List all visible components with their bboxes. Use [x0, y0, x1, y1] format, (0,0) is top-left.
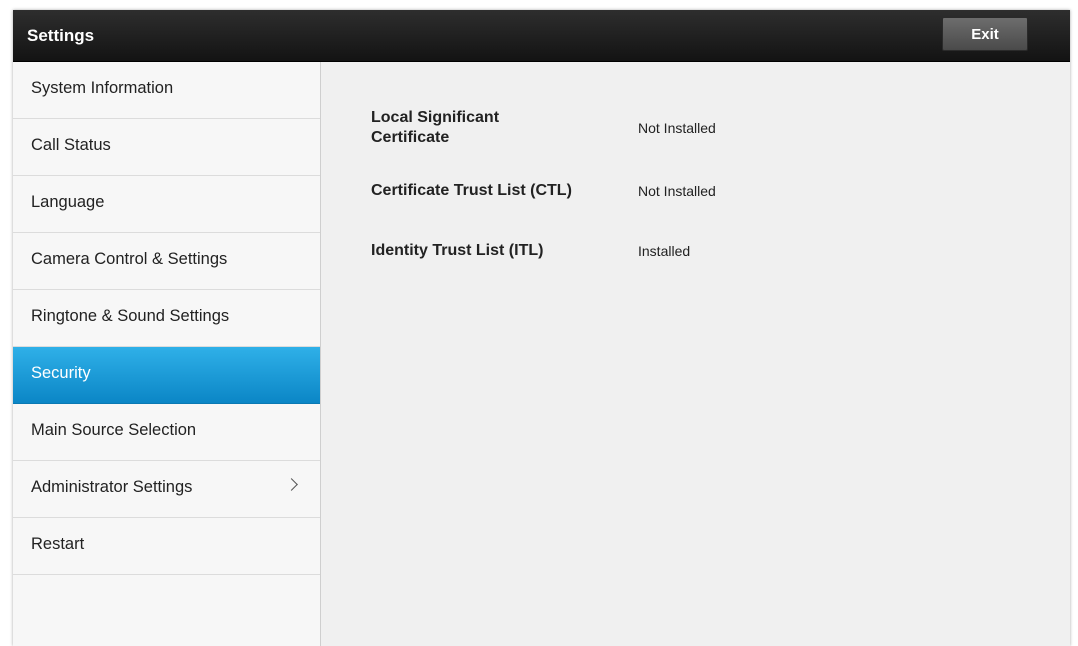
sidebar-item-label: Camera Control & Settings	[31, 250, 228, 268]
title-bar: Settings Exit	[13, 10, 1070, 62]
page-title: Settings	[27, 26, 95, 45]
sidebar-item-label: Language	[31, 193, 105, 211]
security-row-label: Identity Trust List (ITL)	[371, 242, 544, 259]
sidebar-item-ringtone-sound[interactable]: Ringtone & Sound Settings	[13, 290, 320, 347]
sidebar-item-label: Call Status	[31, 136, 111, 154]
security-row-value: Installed	[638, 243, 691, 259]
sidebar-item-administrator-settings[interactable]: Administrator Settings	[13, 461, 320, 518]
sidebar-item-label: Ringtone & Sound Settings	[31, 307, 230, 325]
security-row-value: Not Installed	[638, 183, 716, 199]
settings-sidebar: System Information Call Status Language …	[13, 62, 321, 646]
sidebar-item-call-status[interactable]: Call Status	[13, 119, 320, 176]
sidebar-item-camera-control[interactable]: Camera Control & Settings	[13, 233, 320, 290]
sidebar-item-label: Main Source Selection	[31, 421, 197, 439]
sidebar-item-label: Security	[31, 364, 91, 382]
exit-button[interactable]: Exit	[942, 17, 1028, 51]
sidebar-item-main-source-selection[interactable]: Main Source Selection	[13, 404, 320, 461]
security-row-label: Certificate Trust List (CTL)	[371, 182, 572, 199]
sidebar-item-label: Administrator Settings	[31, 478, 193, 496]
sidebar-item-label: Restart	[31, 535, 85, 553]
sidebar-item-label: System Information	[31, 79, 174, 97]
security-panel: Local Significant Certificate Not Instal…	[321, 62, 1070, 646]
sidebar-item-system-information[interactable]: System Information	[13, 62, 320, 119]
sidebar-item-security[interactable]: Security	[13, 347, 320, 404]
security-row-value: Not Installed	[638, 120, 716, 136]
sidebar-item-restart[interactable]: Restart	[13, 518, 320, 575]
settings-window: Settings Exit System Information Call St…	[13, 10, 1070, 646]
chevron-right-icon	[285, 478, 298, 491]
sidebar-item-language[interactable]: Language	[13, 176, 320, 233]
security-row-label: Local Significant Certificate	[371, 109, 500, 146]
